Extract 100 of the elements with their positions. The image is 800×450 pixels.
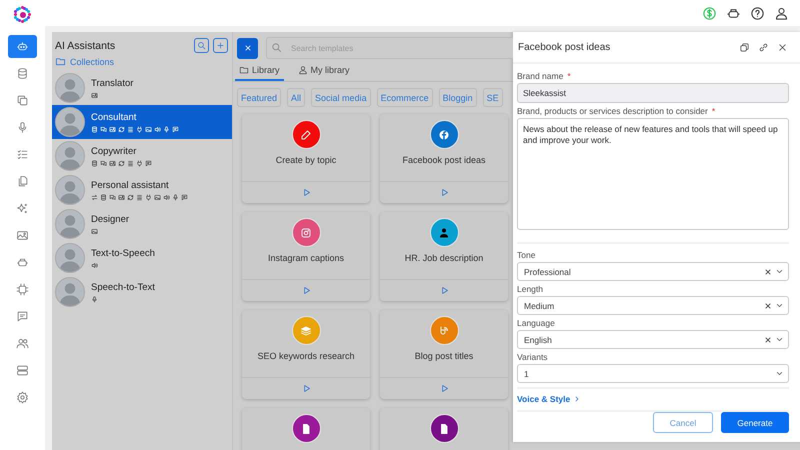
sync-icon: [118, 160, 125, 166]
image-icon: [109, 160, 116, 166]
card-title: SEO keywords research: [257, 351, 355, 361]
card-title: Instagram captions: [268, 253, 344, 263]
card-title: Create by topic: [276, 155, 336, 165]
card-title: Facebook post ideas: [402, 155, 486, 165]
assistant-name: Copywriter: [91, 146, 138, 156]
list-icon: [127, 126, 134, 132]
copy-icon: [16, 94, 29, 107]
template-card[interactable]: Blog post titles: [380, 310, 508, 399]
checklist-icon: [16, 148, 29, 161]
duplicate-icon: [739, 42, 750, 52]
assistant-item[interactable]: Personal assistant: [52, 173, 232, 207]
play-icon: [440, 384, 448, 393]
template-card[interactable]: Create by topic: [242, 114, 370, 203]
sync-icon: [118, 126, 125, 132]
coin-icon: [702, 6, 716, 20]
template-card[interactable]: Facebook post ideas: [380, 114, 508, 203]
picture-icon: [154, 194, 161, 200]
add-button[interactable]: [213, 38, 228, 53]
assistant-name: Translator: [91, 78, 134, 88]
help-button[interactable]: [749, 5, 765, 21]
logo: [12, 5, 32, 25]
avatar-icon: [55, 243, 85, 273]
sidebar-item[interactable]: [8, 35, 37, 58]
assistant-name: Personal assistant: [91, 180, 170, 190]
folder-icon: [239, 65, 249, 75]
users-icon: [16, 337, 29, 350]
avatar-icon: [55, 277, 85, 307]
card-title: Blog post titles: [414, 351, 474, 361]
select-field[interactable]: 1: [517, 364, 789, 383]
search-icon: [271, 42, 282, 53]
template-card[interactable]: SEO keywords research: [242, 310, 370, 399]
chat-icon: [100, 160, 107, 166]
template-card[interactable]: HR. Job description: [380, 212, 508, 301]
assistant-name: Speech-to-Text: [91, 282, 155, 292]
database-icon: [100, 194, 107, 200]
assistant-item[interactable]: Designer: [52, 207, 232, 241]
microphone-icon: [91, 296, 98, 302]
close-icon: [244, 44, 252, 52]
comment-icon: [172, 126, 179, 132]
speaker-icon: [154, 126, 161, 132]
tab[interactable]: Library: [235, 65, 284, 81]
plus-icon: [216, 41, 225, 50]
credits-button[interactable]: [701, 5, 717, 21]
comment-icon: [181, 194, 188, 200]
user-icon: [774, 6, 788, 20]
assistant-item[interactable]: Text-to-Speech: [52, 241, 232, 275]
search-button[interactable]: [194, 38, 209, 53]
profile-button[interactable]: [773, 5, 789, 21]
field-label: Tone: [517, 250, 536, 260]
assistant-name: Consultant: [91, 112, 138, 122]
image-icon: [109, 126, 116, 132]
chevron-down-icon: [775, 267, 784, 276]
microphone-icon: [172, 194, 179, 200]
image-icon: [16, 229, 29, 242]
field-label: Variants: [517, 352, 548, 362]
play-icon: [440, 188, 448, 197]
swap-icon: [91, 194, 98, 200]
assistant-item[interactable]: Consultant: [52, 105, 232, 139]
voice-style-link[interactable]: Voice & Style: [517, 394, 582, 404]
sparkle-icon: [16, 202, 29, 215]
chevron-down-icon: [775, 301, 784, 310]
text-field[interactable]: Sleekassist: [517, 83, 789, 103]
chip-icon: [16, 283, 29, 296]
assistant-item[interactable]: Speech-to-Text: [52, 275, 232, 309]
tab[interactable]: My library: [294, 65, 354, 81]
play-icon: [440, 286, 448, 295]
select-field[interactable]: Medium: [517, 296, 789, 315]
field-label: Brand, products or services description to consider: [517, 106, 708, 116]
picture-icon: [91, 228, 98, 234]
assistant-item[interactable]: Translator: [52, 71, 232, 105]
duplicate-button[interactable]: [738, 40, 751, 54]
assistant-name: Text-to-Speech: [91, 248, 155, 258]
generate-button[interactable]: Generate: [721, 412, 789, 433]
chevron-down-icon: [775, 335, 784, 344]
list-icon: [136, 194, 143, 200]
search-icon: [197, 41, 206, 50]
template-card[interactable]: Instagram captions: [242, 212, 370, 301]
clear-icon: [764, 336, 772, 344]
field-label: Length: [517, 284, 543, 294]
select-value: Medium: [524, 300, 556, 310]
field-label: Language: [517, 318, 555, 328]
select-field[interactable]: English: [517, 330, 789, 349]
assistant-item[interactable]: Copywriter: [52, 139, 232, 173]
clear-icon: [764, 268, 772, 276]
play-icon: [302, 286, 310, 295]
play-icon: [302, 384, 310, 393]
plug-icon: [136, 126, 143, 132]
drawer-title: Facebook post ideas: [518, 42, 612, 52]
select-field[interactable]: Professional: [517, 262, 789, 281]
text-area[interactable]: News about the release of new features and tools that will speed up and improve your work.: [517, 118, 789, 230]
plug-icon: [145, 194, 152, 200]
picture-icon: [145, 126, 152, 132]
database-icon: [91, 126, 98, 132]
avatar-icon: [55, 175, 85, 205]
select-value: English: [524, 334, 553, 344]
server-icon: [16, 364, 29, 377]
user-icon: [298, 65, 308, 75]
chat-icon: [100, 126, 107, 132]
